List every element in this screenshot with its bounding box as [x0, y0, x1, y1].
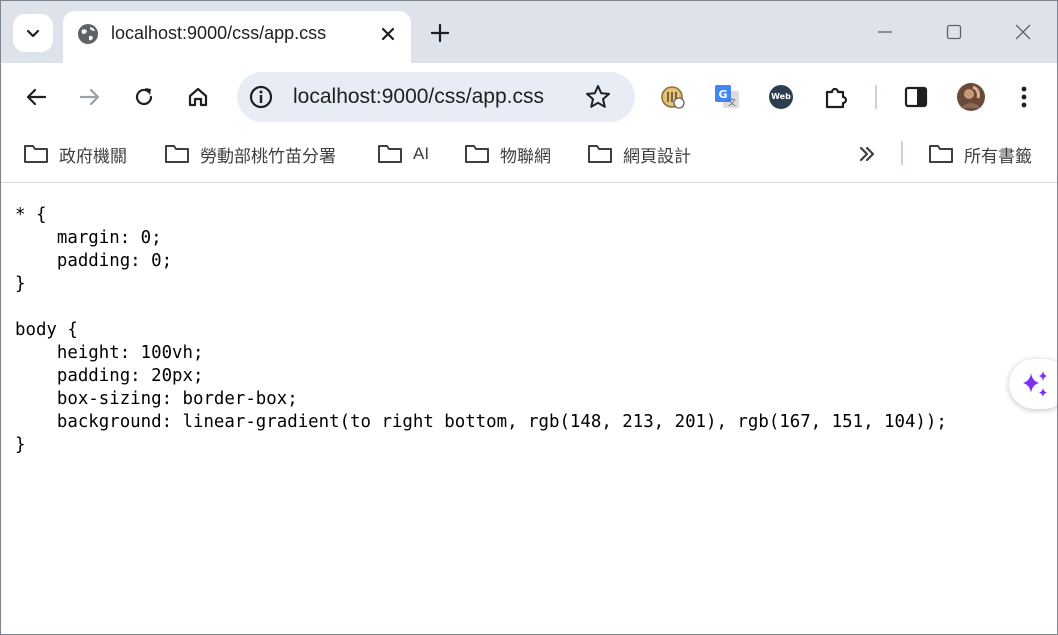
new-tab-button[interactable]: [425, 18, 455, 48]
folder-icon: [465, 145, 489, 163]
bookmarks-overflow-button[interactable]: [857, 141, 877, 167]
minimize-button[interactable]: [867, 15, 903, 49]
maximize-icon: [946, 24, 962, 40]
puzzle-icon: [825, 87, 848, 109]
info-icon[interactable]: [249, 85, 273, 109]
tab-close-button[interactable]: [375, 21, 401, 47]
menu-button[interactable]: [1006, 79, 1042, 115]
minimize-icon: [878, 31, 892, 33]
bookmark-label: AI: [413, 144, 430, 163]
back-arrow-icon: [26, 88, 47, 106]
sparkle-icon: [1023, 371, 1047, 397]
bookmark-folder[interactable]: 勞動部桃竹苗分署: [164, 141, 336, 167]
all-bookmarks-label: 所有書籤: [964, 146, 1032, 166]
bookmark-label: 勞動部桃竹苗分署: [200, 146, 336, 166]
ai-assistant-button[interactable]: [1009, 359, 1057, 409]
bookmarks-bar: 政府機關 勞動部桃竹苗分署 AI 物聯網 網頁設計 所有書籤: [1, 131, 1057, 183]
home-button[interactable]: [180, 79, 216, 115]
bookmark-folder[interactable]: 網頁設計: [587, 141, 691, 167]
home-icon: [188, 87, 208, 107]
coin-extension-icon: [661, 86, 685, 109]
bookmark-folder[interactable]: AI: [377, 141, 429, 167]
profile-button[interactable]: [953, 79, 989, 115]
url-text[interactable]: localhost:9000/css/app.css: [293, 85, 544, 109]
browser-window: localhost:9000/css/app.css localhost:900…: [0, 0, 1058, 635]
reload-button[interactable]: [126, 79, 162, 115]
toolbar: localhost:9000/css/app.css G 文 Web: [1, 63, 1057, 131]
kebab-menu-icon: [1021, 86, 1027, 108]
window-close-button[interactable]: [1005, 15, 1041, 49]
svg-text:Web: Web: [771, 92, 791, 101]
bookmark-folder[interactable]: 物聯網: [464, 141, 551, 167]
close-icon: [381, 27, 395, 41]
reload-icon: [135, 88, 153, 106]
avatar: [957, 83, 985, 111]
extension-coin-button[interactable]: [655, 79, 691, 115]
svg-text:文: 文: [728, 97, 736, 107]
toolbar-separator: [875, 85, 877, 109]
forward-button[interactable]: [72, 79, 108, 115]
page-content: * { margin: 0; padding: 0; } body { heig…: [1, 184, 1057, 634]
svg-text:G: G: [718, 88, 727, 101]
double-chevron-right-icon: [859, 146, 875, 162]
bookmark-label: 網頁設計: [623, 146, 691, 166]
tab-search-button[interactable]: [13, 14, 53, 52]
active-tab[interactable]: localhost:9000/css/app.css: [63, 11, 411, 63]
chevron-down-icon: [26, 29, 40, 38]
folder-icon: [929, 145, 953, 163]
extension-translate-button[interactable]: G 文: [709, 79, 745, 115]
back-button[interactable]: [18, 79, 54, 115]
bookmark-label: 物聯網: [500, 146, 551, 166]
folder-icon: [165, 145, 189, 163]
all-bookmarks-folder[interactable]: 所有書籤: [928, 141, 1032, 167]
bookmark-star-icon[interactable]: [584, 83, 612, 111]
folder-icon: [378, 145, 402, 163]
google-translate-icon: G 文: [715, 85, 739, 108]
bookmark-label: 政府機關: [59, 146, 127, 166]
css-source-text: * { margin: 0; padding: 0; } body { heig…: [15, 205, 947, 455]
side-panel-button[interactable]: [898, 79, 934, 115]
close-icon: [1015, 24, 1031, 40]
webchatgpt-icon: Web: [769, 85, 793, 109]
forward-arrow-icon: [79, 88, 100, 106]
tab-title: localhost:9000/css/app.css: [111, 23, 327, 43]
side-panel-icon: [904, 86, 928, 108]
extensions-menu-button[interactable]: [818, 79, 854, 115]
extension-webchatgpt-button[interactable]: Web: [763, 79, 799, 115]
bookmarks-separator: [901, 141, 903, 165]
bookmark-folder[interactable]: 政府機關: [23, 141, 127, 167]
folder-icon: [588, 145, 612, 163]
globe-icon: [78, 24, 98, 44]
plus-icon: [431, 24, 449, 42]
address-bar[interactable]: localhost:9000/css/app.css: [237, 72, 635, 122]
tab-strip: localhost:9000/css/app.css: [1, 1, 1057, 63]
folder-icon: [24, 145, 48, 163]
maximize-button[interactable]: [936, 15, 972, 49]
